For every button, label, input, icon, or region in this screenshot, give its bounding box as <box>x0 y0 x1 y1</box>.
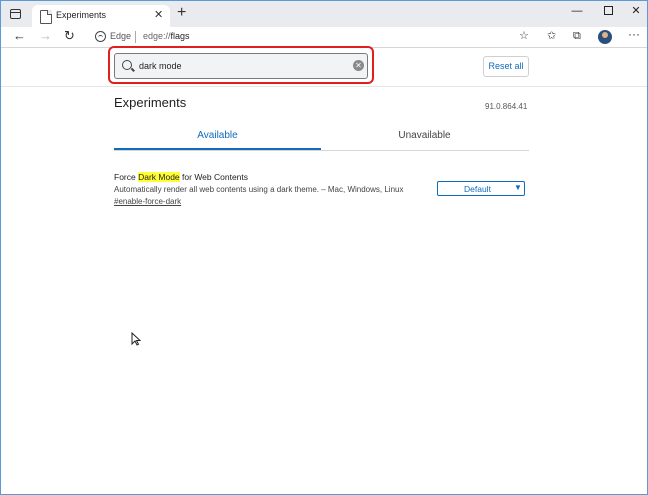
plus-icon[interactable]: + <box>177 4 186 22</box>
header-divider <box>1 86 647 87</box>
flag-state-select[interactable]: Default ▼ <box>437 181 525 196</box>
page-title: Experiments <box>114 95 187 110</box>
clear-icon[interactable]: ✕ <box>353 60 364 71</box>
flag-state-value: Default <box>464 184 491 194</box>
minimize-icon[interactable]: — <box>568 4 586 18</box>
profile-icon[interactable] <box>598 30 612 44</box>
tab-unavailable[interactable]: Unavailable <box>321 130 528 141</box>
cursor-icon <box>131 332 141 346</box>
chevron-down-icon: ▼ <box>514 183 522 192</box>
favorite-add-icon[interactable]: ☆ <box>519 30 529 43</box>
flag-description: Automatically render all web contents us… <box>114 185 404 194</box>
favorites-icon[interactable]: ✩ <box>547 30 556 43</box>
search-match-highlight: Dark Mode <box>138 172 180 182</box>
tab-title: Experiments <box>56 10 107 20</box>
flags-search[interactable]: ✕ <box>114 53 368 79</box>
edge-icon <box>95 31 106 42</box>
flag-title: Force Dark Mode for Web Contents <box>114 172 249 182</box>
close-icon[interactable]: ✕ <box>154 9 163 21</box>
forward-icon[interactable]: → <box>39 29 52 43</box>
address-toolbar: ← → ↻ Edge edge://flags ☆ ✩ ⧉ ··· <box>1 27 647 48</box>
collections-icon[interactable]: ⧉ <box>573 30 581 43</box>
flag-anchor-link[interactable]: #enable-force-dark <box>114 197 181 206</box>
selected-tab-indicator <box>114 148 321 150</box>
search-icon <box>122 60 132 70</box>
browser-window: Experiments ✕ + — ✕ ← → ↻ Edge edge://fl… <box>0 0 648 495</box>
reset-all-button[interactable]: Reset all <box>483 56 529 77</box>
title-bar: Experiments ✕ + — ✕ <box>1 1 647 27</box>
close-window-icon[interactable]: ✕ <box>627 4 645 18</box>
tab-available[interactable]: Available <box>114 130 321 141</box>
edge-label: Edge <box>110 31 132 41</box>
tab-experiments[interactable]: Experiments ✕ <box>32 5 170 27</box>
address-bar[interactable]: edge://flags <box>143 31 190 41</box>
version-label: 91.0.864.41 <box>485 102 528 111</box>
search-input[interactable] <box>139 59 339 73</box>
flags-tabs: Available Unavailable <box>114 123 529 151</box>
more-icon[interactable]: ··· <box>628 28 640 41</box>
address-separator <box>135 31 136 43</box>
reload-icon[interactable]: ↻ <box>64 29 75 43</box>
page-icon <box>40 10 52 24</box>
tab-actions-icon[interactable] <box>7 6 23 22</box>
back-icon[interactable]: ← <box>13 29 26 43</box>
maximize-icon[interactable] <box>599 4 617 19</box>
